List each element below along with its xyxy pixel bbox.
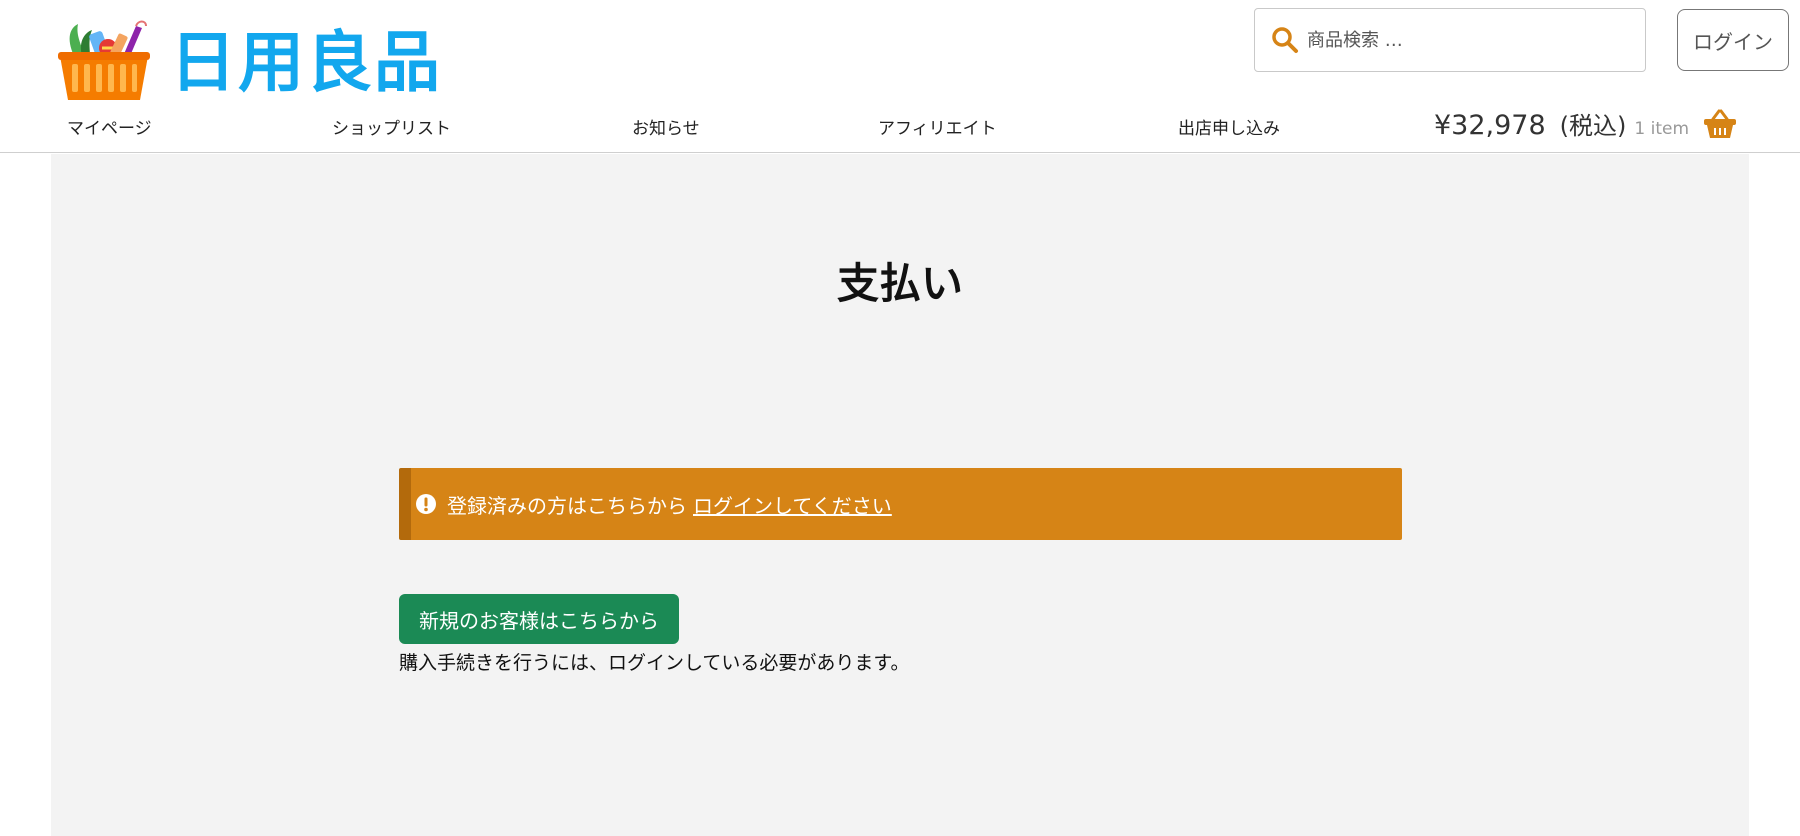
- logo-text: 日用良品: [170, 24, 442, 101]
- login-requirement-text: 購入手続きを行うには、ログインしている必要があります。: [399, 652, 910, 674]
- nav-item-affiliate[interactable]: アフィリエイト: [878, 114, 997, 139]
- main-content: 支払い 登録済みの方はこちらから ログインしてください 新規のお客様はこちらから…: [51, 154, 1749, 836]
- nav-item-store-application[interactable]: 出店申し込み: [1178, 114, 1280, 139]
- login-notice: 登録済みの方はこちらから ログインしてください: [399, 468, 1402, 540]
- search-box[interactable]: [1254, 8, 1646, 72]
- basket-icon[interactable]: [1703, 109, 1737, 139]
- nav-item-shoplist[interactable]: ショップリスト: [332, 114, 451, 139]
- site-logo[interactable]: 日用良品: [56, 18, 442, 102]
- nav-item-mypage[interactable]: マイページ: [67, 114, 152, 139]
- exclamation-circle-icon: [416, 494, 436, 514]
- cart-item-count: 1 item: [1634, 119, 1690, 139]
- cart-summary[interactable]: ¥32,978 (税込) 1 item: [1434, 106, 1737, 141]
- new-customer-button[interactable]: 新規のお客様はこちらから: [399, 594, 679, 644]
- page-title: 支払い: [836, 259, 963, 308]
- search-icon: [1272, 27, 1298, 53]
- login-button[interactable]: ログイン: [1677, 9, 1789, 71]
- cart-tax-label: (税込): [1559, 112, 1627, 140]
- search-input[interactable]: [1305, 28, 1625, 52]
- login-button-label: ログイン: [1693, 29, 1773, 54]
- notice-login-link[interactable]: ログインしてください: [693, 490, 892, 519]
- basket-logo-icon: [58, 20, 150, 100]
- new-customer-button-label: 新規のお客様はこちらから: [419, 608, 659, 633]
- site-header: 日用良品 ログイン マイページ ショップリスト お知らせ アフィリエイト 出店申…: [0, 0, 1800, 153]
- notice-text: 登録済みの方はこちらから: [447, 493, 687, 518]
- nav-item-news[interactable]: お知らせ: [632, 114, 700, 139]
- cart-price: ¥32,978: [1434, 110, 1546, 141]
